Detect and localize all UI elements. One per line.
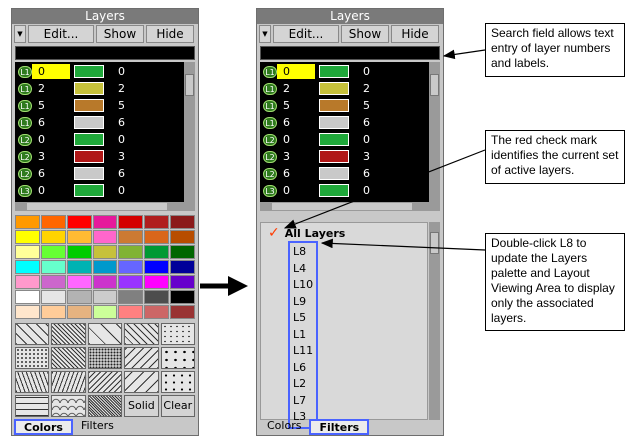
annotation-arrows xyxy=(200,49,486,296)
arrow-check xyxy=(283,149,486,229)
arrow-search xyxy=(442,49,486,60)
arrow-double-click xyxy=(320,238,486,251)
transition-arrow xyxy=(200,276,248,296)
